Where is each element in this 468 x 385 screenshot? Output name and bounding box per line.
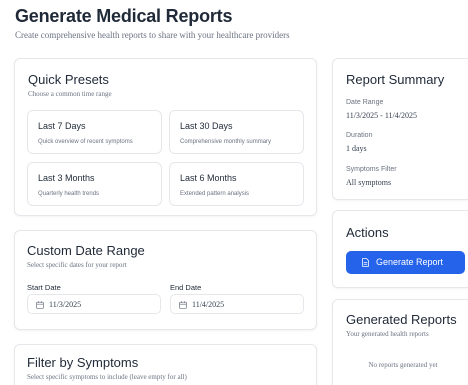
preset-label: Last 6 Months <box>180 173 237 183</box>
generate-report-label: Generate Report <box>376 257 444 267</box>
preset-description: Quarterly health trends <box>38 191 100 197</box>
calendar-icon <box>179 301 187 309</box>
actions-card: Actions Generate Report <box>332 210 468 288</box>
preset-label: Last 7 Days <box>38 121 86 131</box>
duration-value: 1 days <box>346 144 367 153</box>
preset-description: Quick overview of recent symptoms <box>38 139 133 145</box>
preset-last-3-months[interactable]: Last 3 Months Quarterly health trends <box>27 162 162 206</box>
quick-presets-card: Quick Presets Choose a common time range… <box>14 58 317 216</box>
filter-subtitle: Select specific symptoms to include (lea… <box>27 373 187 381</box>
generated-reports-card: Generated Reports Your generated health … <box>332 299 468 385</box>
actions-title: Actions <box>346 225 389 240</box>
start-date-value: 11/3/2025 <box>49 300 82 309</box>
page-title: Generate Medical Reports <box>15 6 233 26</box>
generated-reports-subtitle: Your generated health reports <box>346 330 429 338</box>
preset-label: Last 30 Days <box>180 121 233 131</box>
filter-symptoms-card: Filter by Symptoms Select specific sympt… <box>14 344 317 385</box>
date-range-value: 11/3/2025 - 11/4/2025 <box>346 111 417 120</box>
custom-date-range-card: Custom Date Range Select specific dates … <box>14 230 317 330</box>
generated-reports-title: Generated Reports <box>346 312 457 327</box>
document-icon <box>362 258 369 267</box>
quick-presets-title: Quick Presets <box>28 72 109 87</box>
quick-presets-subtitle: Choose a common time range <box>28 90 112 98</box>
end-date-input[interactable]: 11/4/2025 <box>170 294 304 314</box>
preset-last-30-days[interactable]: Last 30 Days Comprehensive monthly summa… <box>169 110 304 154</box>
empty-state-text: No reports generated yet <box>368 361 438 369</box>
end-date-label: End Date <box>170 283 202 292</box>
date-range-label: Date Range <box>346 99 384 106</box>
filter-title: Filter by Symptoms <box>27 355 139 370</box>
start-date-label: Start Date <box>27 283 61 292</box>
custom-range-subtitle: Select specific dates for your report <box>27 261 127 269</box>
symptoms-filter-label: Symptoms Filter <box>346 166 397 173</box>
generate-report-button[interactable]: Generate Report <box>346 251 465 274</box>
duration-label: Duration <box>346 132 373 139</box>
custom-range-title: Custom Date Range <box>27 243 145 258</box>
calendar-icon <box>36 301 44 309</box>
preset-last-7-days[interactable]: Last 7 Days Quick overview of recent sym… <box>27 110 162 154</box>
report-summary-card: Report Summary Date Range 11/3/2025 - 11… <box>332 58 468 200</box>
preset-label: Last 3 Months <box>38 173 95 183</box>
symptoms-filter-value: All symptoms <box>346 178 392 187</box>
preset-last-6-months[interactable]: Last 6 Months Extended pattern analysis <box>169 162 304 206</box>
page-subtitle: Create comprehensive health reports to s… <box>15 30 290 40</box>
end-date-value: 11/4/2025 <box>192 300 225 309</box>
start-date-input[interactable]: 11/3/2025 <box>27 294 161 314</box>
preset-description: Extended pattern analysis <box>180 191 250 197</box>
report-summary-title: Report Summary <box>346 72 445 87</box>
preset-description: Comprehensive monthly summary <box>180 139 272 145</box>
